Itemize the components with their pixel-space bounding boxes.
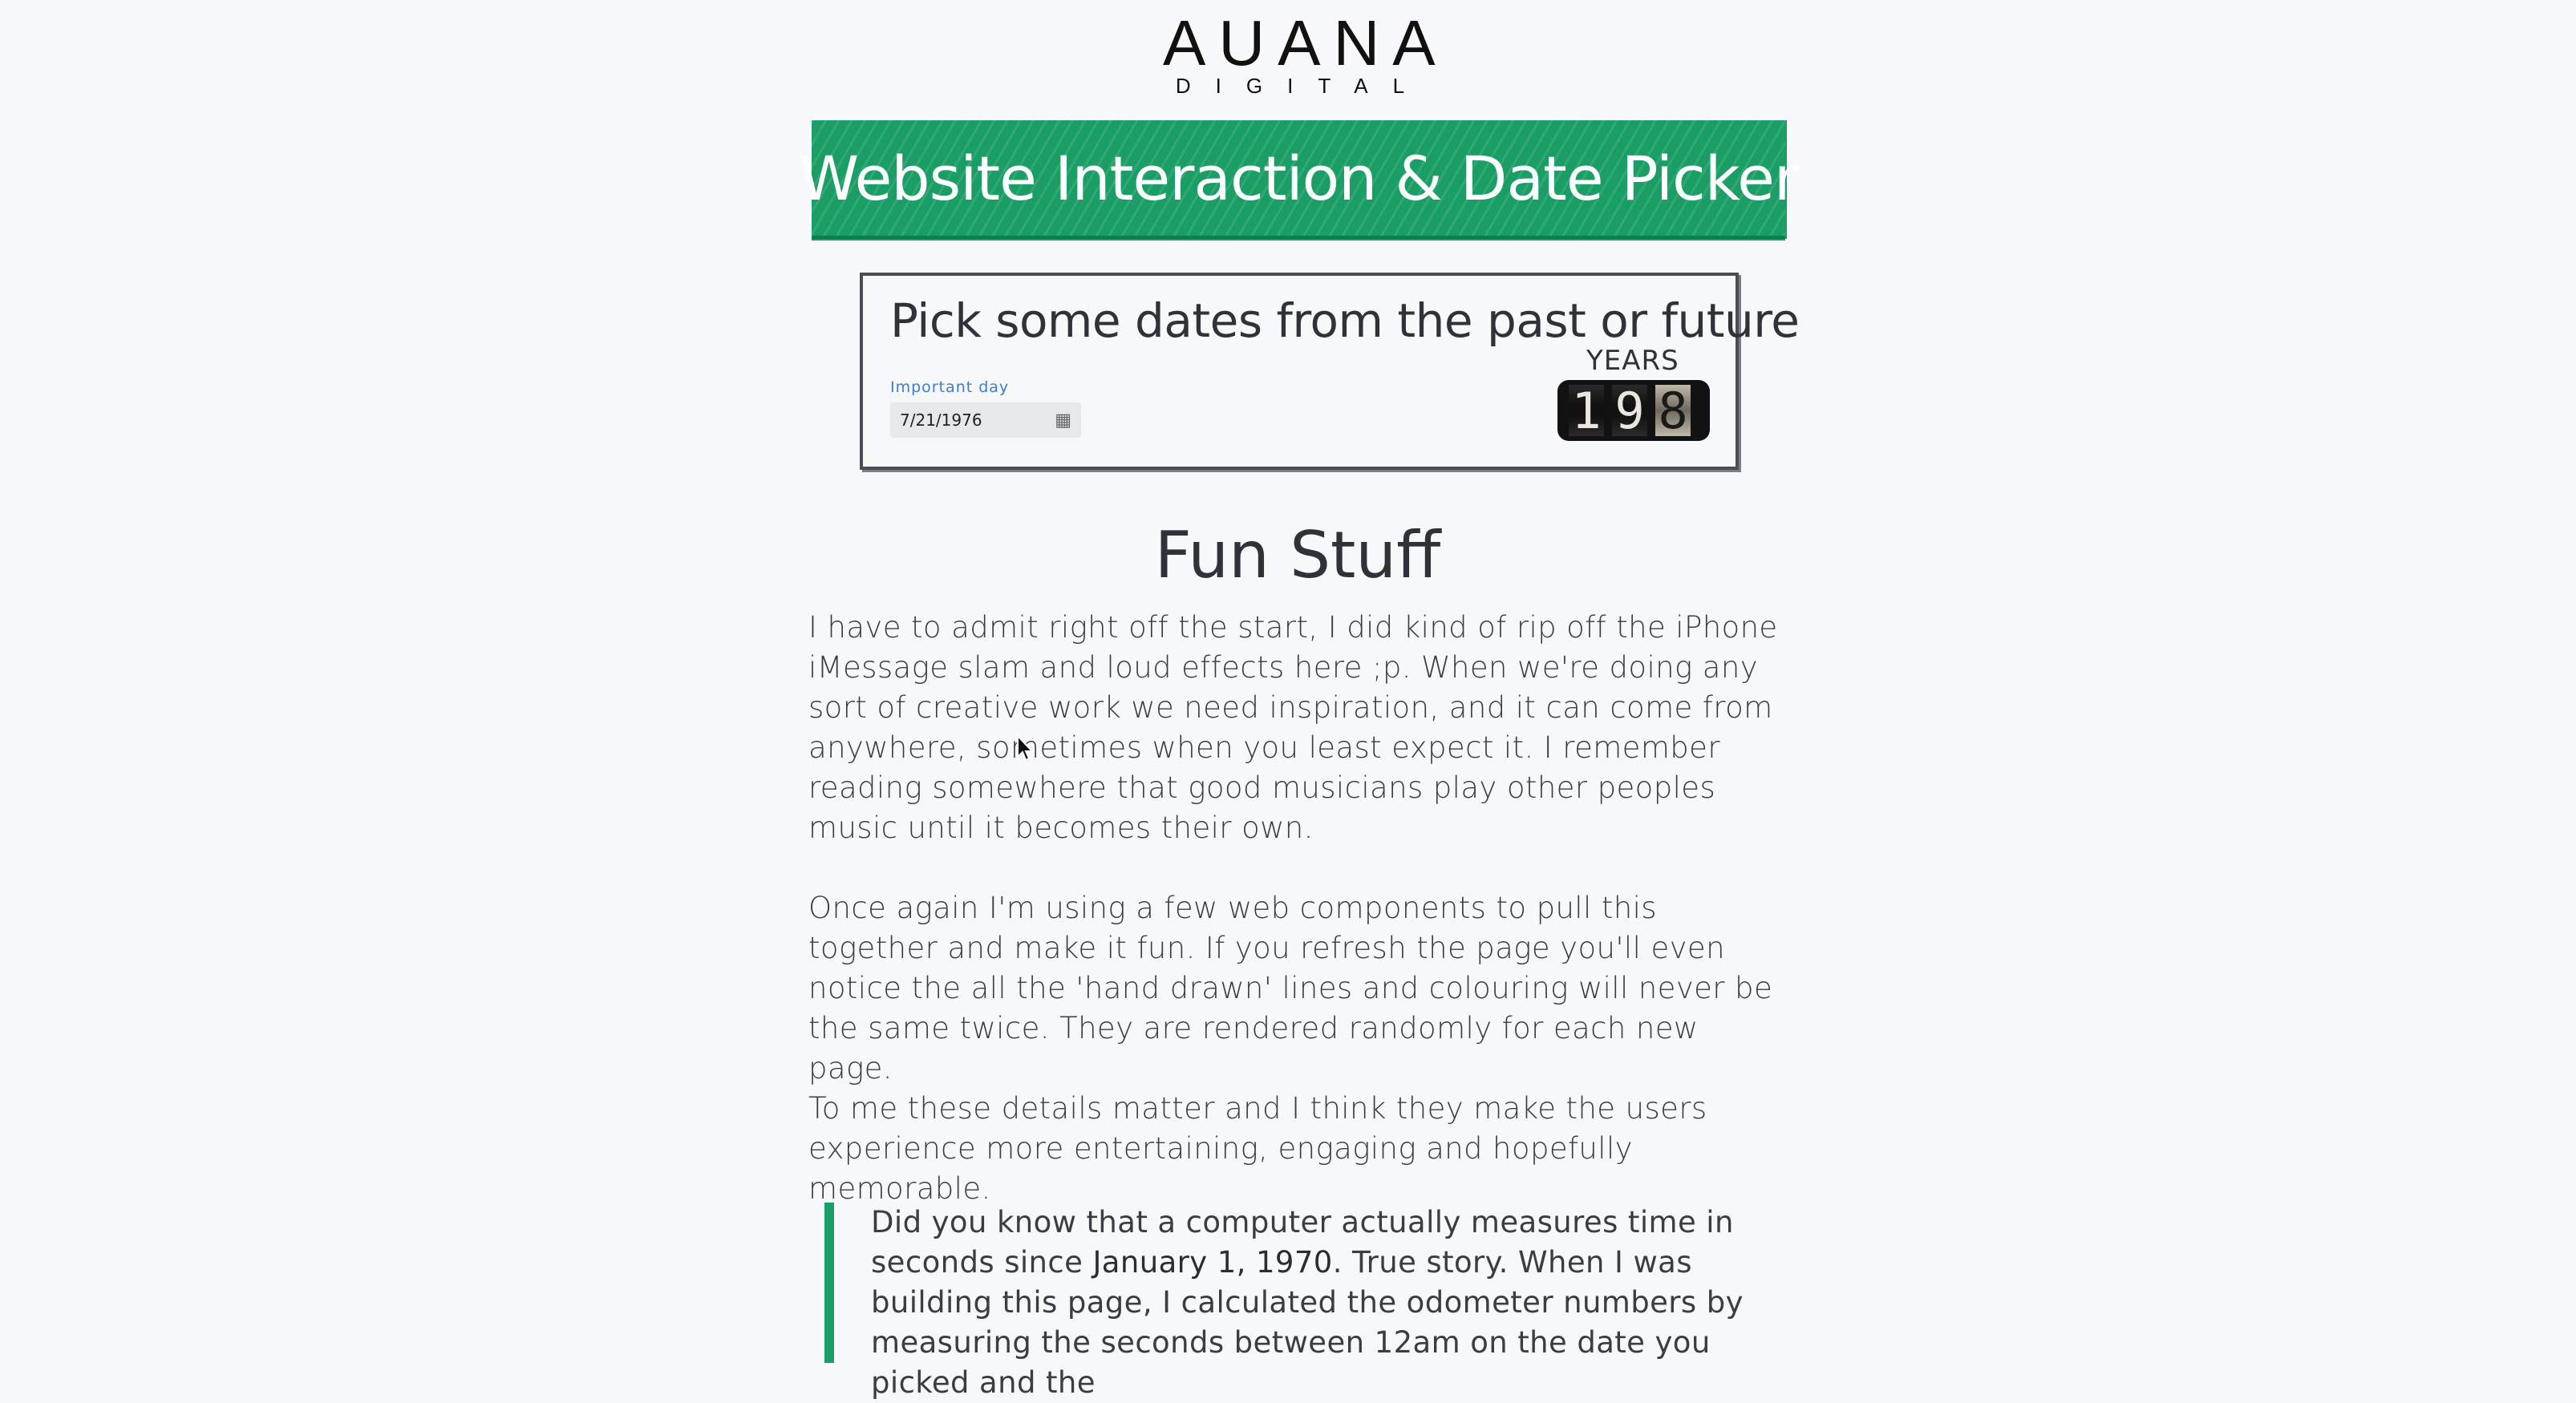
logo-subtitle: DIGITAL bbox=[1175, 74, 1430, 98]
odometer-digit: 1 bbox=[1569, 382, 1604, 440]
years-odometer: 1 9 8 bbox=[1557, 380, 1710, 441]
mouse-pointer-icon bbox=[1017, 734, 1035, 762]
blockquote: Did you know that a computer actually me… bbox=[824, 1203, 1787, 1400]
date-picker-card: Pick some dates from the past or future … bbox=[860, 273, 1800, 470]
quote-text: Did you know that a computer actually me… bbox=[871, 1205, 1744, 1400]
article-paragraph: To me these details matter and I think t… bbox=[808, 1091, 1707, 1206]
section-heading: Fun Stuff bbox=[1154, 518, 1441, 592]
page-title: Website Interaction & Date Picker bbox=[798, 142, 1799, 214]
quote-date: January 1, 1970 bbox=[1092, 1245, 1333, 1280]
site-logo[interactable]: AUANA DIGITAL bbox=[1155, 7, 1448, 99]
article-paragraph: I have to admit right off the start, I d… bbox=[808, 610, 1778, 845]
odometer-digit: 8 bbox=[1655, 382, 1691, 440]
date-picker-heading: Pick some dates from the past or future bbox=[890, 293, 1800, 348]
article-paragraph: Once again I'm using a few web component… bbox=[808, 891, 1773, 1086]
logo-wordmark: AUANA bbox=[1163, 7, 1448, 79]
title-banner: Website Interaction & Date Picker bbox=[799, 120, 1799, 239]
calendar-icon[interactable]: ▦ bbox=[1055, 410, 1071, 431]
important-day-input[interactable]: 7/21/1976 ▦ bbox=[890, 402, 1081, 438]
important-day-label: Important day bbox=[890, 378, 1010, 396]
years-label: YEARS bbox=[1586, 345, 1679, 377]
odometer-digit: 9 bbox=[1612, 382, 1647, 440]
date-value: 7/21/1976 bbox=[900, 410, 982, 430]
